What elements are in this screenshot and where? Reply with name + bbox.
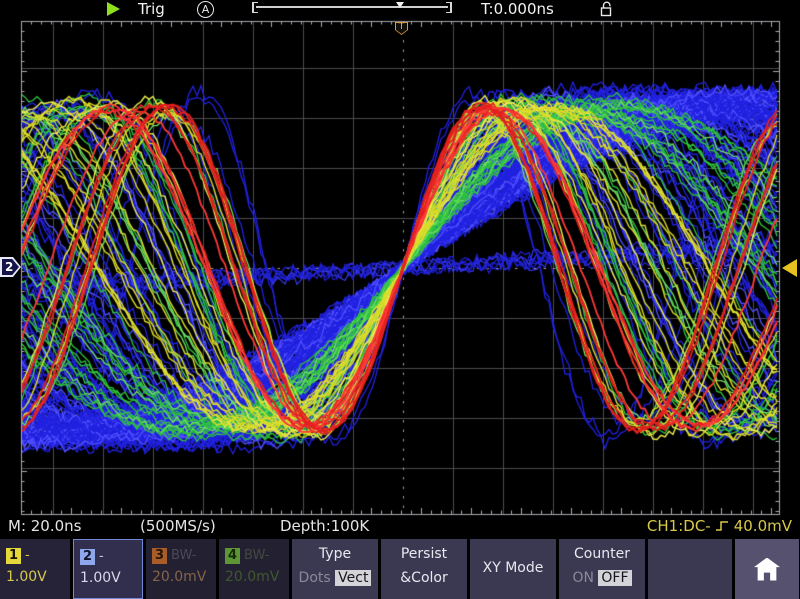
ch3-scale-value: 20.0mV bbox=[152, 569, 216, 585]
ch4-scale-value: 20.0mV bbox=[225, 569, 289, 585]
top-status-bar: Trig A T:0.000ns bbox=[0, 0, 800, 20]
type-title: Type bbox=[292, 546, 378, 562]
rising-edge-icon bbox=[715, 519, 730, 533]
ch4-badge: 4 bbox=[225, 548, 240, 564]
menu-counter-button[interactable]: Counter ON OFF bbox=[559, 539, 645, 599]
oscilloscope-screen: Trig A T:0.000ns T 2 M: 20.0ns (500MS/s)… bbox=[0, 0, 800, 599]
ch4-bandwidth-label: BW- bbox=[244, 548, 269, 563]
counter-title: Counter bbox=[559, 546, 645, 562]
type-option-dots[interactable]: Dots bbox=[299, 570, 331, 586]
ch2-badge: 2 bbox=[80, 549, 95, 565]
menu-ch2-panel[interactable]: 2- 1.00V bbox=[73, 539, 143, 599]
auto-trigger-icon: A bbox=[197, 1, 214, 18]
run-play-icon bbox=[107, 2, 120, 16]
counter-option-off[interactable]: OFF bbox=[598, 570, 631, 586]
ch1-scale-value: 1.00V bbox=[6, 569, 70, 585]
soft-menu-bar: 1- 1.00V 2- 1.00V 3BW- 20.0mV 4BW- 20.0m… bbox=[0, 539, 800, 599]
memory-window-bar[interactable] bbox=[252, 2, 452, 14]
sample-rate-readout: (500MS/s) bbox=[140, 517, 216, 535]
type-option-vect[interactable]: Vect bbox=[335, 570, 371, 586]
menu-type-button[interactable]: Type Dots Vect bbox=[292, 539, 378, 599]
bottom-status-bar: M: 20.0ns (500MS/s) Depth:100K CH1:DC- 4… bbox=[0, 514, 800, 538]
waveform-display bbox=[0, 0, 800, 517]
timebase-readout: M: 20.0ns bbox=[8, 517, 81, 535]
ch3-badge: 3 bbox=[152, 548, 167, 564]
menu-xy-mode-button[interactable]: XY Mode bbox=[470, 539, 556, 599]
menu-empty-panel bbox=[648, 539, 732, 599]
persist-line1: Persist bbox=[381, 546, 467, 562]
memory-depth-readout: Depth:100K bbox=[280, 517, 369, 535]
memory-bar-line bbox=[256, 6, 448, 8]
memory-trigger-pos-icon bbox=[396, 2, 404, 8]
xy-mode-title: XY Mode bbox=[470, 560, 556, 576]
ch1-coupling: - bbox=[25, 548, 30, 563]
trigger-level-label: 40.0mV bbox=[734, 517, 792, 535]
ch2-coupling: - bbox=[99, 549, 104, 564]
horizontal-offset-readout: T:0.000ns bbox=[481, 0, 554, 18]
counter-option-on[interactable]: ON bbox=[572, 570, 594, 586]
home-icon bbox=[754, 558, 780, 581]
lock-open-icon[interactable] bbox=[598, 1, 615, 21]
ch2-scale-value: 1.00V bbox=[80, 570, 142, 586]
home-button[interactable] bbox=[735, 539, 799, 599]
ch1-badge: 1 bbox=[6, 548, 21, 564]
menu-ch4-panel[interactable]: 4 BW- 20.0mV bbox=[219, 539, 289, 599]
ch3-bandwidth-label: BW- bbox=[171, 548, 196, 563]
trigger-level-arrow-icon[interactable] bbox=[782, 259, 797, 277]
memory-bar-right-bracket bbox=[446, 2, 452, 13]
ch2-level-marker-label: 2 bbox=[2, 259, 19, 275]
trigger-settings-readout: CH1:DC- 40.0mV bbox=[647, 517, 792, 535]
menu-ch3-panel[interactable]: 3 BW- 20.0mV bbox=[146, 539, 216, 599]
persist-line2: &Color bbox=[381, 570, 467, 586]
menu-persist-color-button[interactable]: Persist &Color bbox=[381, 539, 467, 599]
menu-ch1-panel[interactable]: 1- 1.00V bbox=[0, 539, 70, 599]
trig-label: Trig bbox=[138, 0, 165, 18]
trigger-source-label: CH1:DC- bbox=[647, 517, 711, 535]
